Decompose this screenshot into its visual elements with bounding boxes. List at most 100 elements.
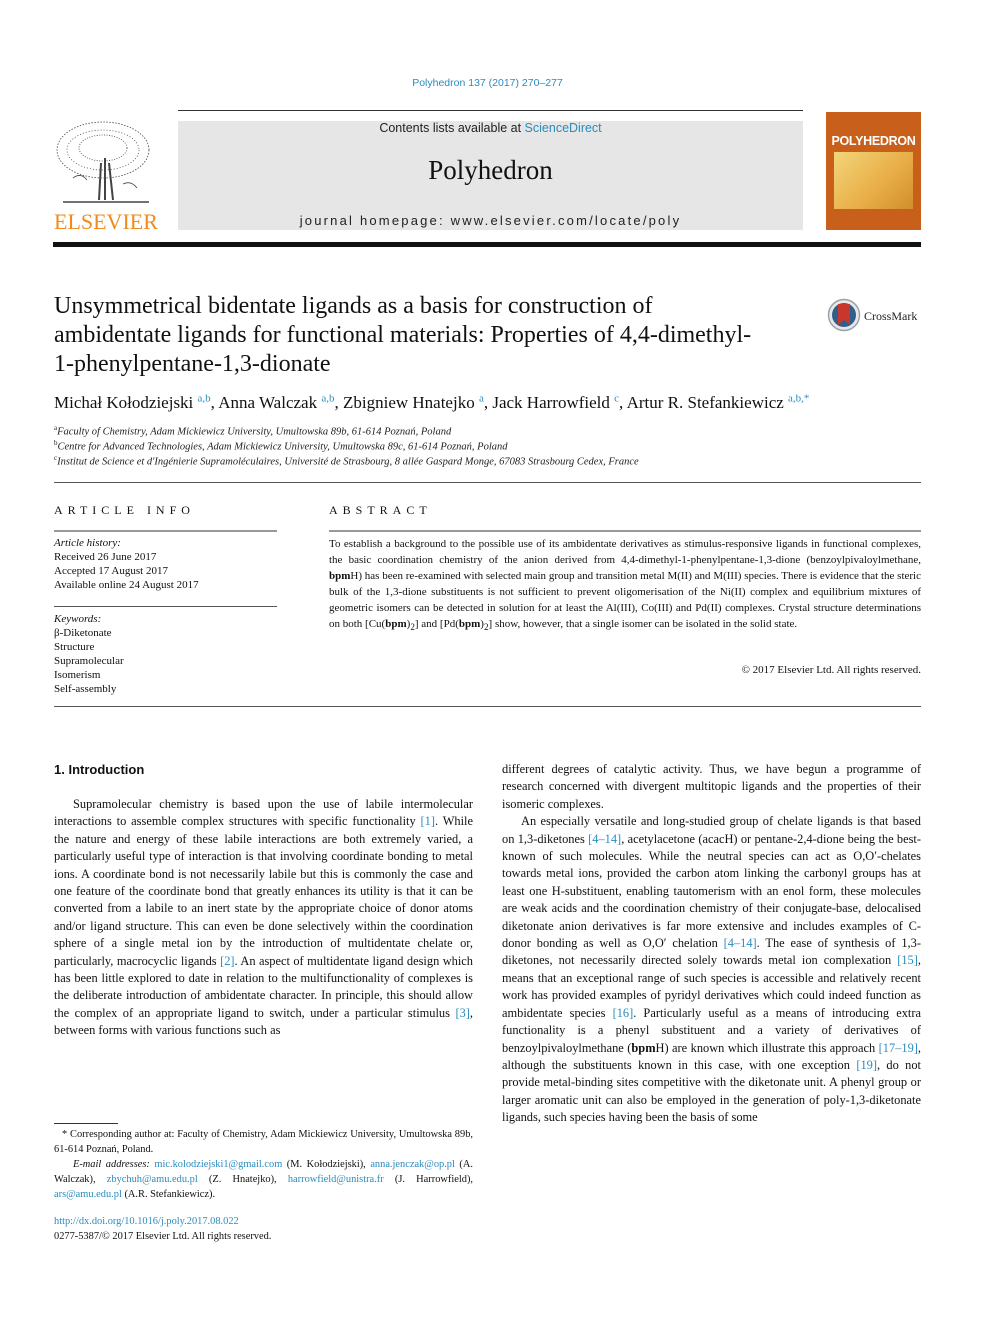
divider — [54, 706, 921, 707]
email-owner: (Z. Hnatejko), — [197, 1174, 288, 1185]
author-name[interactable]: Michał Kołodziejski — [54, 393, 193, 412]
citation-link[interactable]: [4–14] — [724, 936, 757, 950]
affiliation-text: Institut de Science et d'Ingénierie Supr… — [57, 456, 639, 468]
affiliation-b: bCentre for Advanced Technologies, Adam … — [54, 439, 507, 453]
section-heading-introduction: 1. Introduction — [54, 762, 145, 777]
email-owner: (J. Harrowfield), — [383, 1174, 474, 1185]
journal-citation-link[interactable]: Polyhedron 137 (2017) 270–277 — [0, 77, 975, 89]
abstract-heading: ABSTRACT — [329, 503, 432, 517]
email-link[interactable]: anna.jenczak@op.pl — [370, 1159, 455, 1170]
citation-link[interactable]: [1] — [421, 814, 435, 828]
email-owner: (A.R. Stefankiewicz). — [121, 1189, 216, 1200]
email-owner: (M. Kołodziejski), — [282, 1159, 371, 1170]
email-link[interactable]: zbychuh@amu.edu.pl — [107, 1174, 198, 1185]
author[interactable]: Anna Walczak a,b, — [218, 392, 343, 412]
footnote-rule — [54, 1123, 118, 1124]
affiliation-text: Faculty of Chemistry, Adam Mickiewicz Un… — [57, 426, 452, 438]
elsevier-wordmark: ELSEVIER — [54, 209, 158, 234]
author[interactable]: Zbigniew Hnatejko a, — [343, 392, 492, 412]
author-list: Michał Kołodziejski a,b, Anna Walczak a,… — [54, 392, 809, 413]
history-accepted: Accepted 17 August 2017 — [54, 565, 168, 577]
history-online: Available online 24 August 2017 — [54, 579, 199, 591]
divider — [54, 530, 277, 532]
email-addresses: E-mail addresses: mic.kolodziejski1@gmai… — [54, 1157, 473, 1202]
keyword: Isomerism — [54, 669, 101, 681]
affiliation-c: cInstitut de Science et d'Ingénierie Sup… — [54, 454, 639, 468]
citation-link[interactable]: [2] — [220, 954, 234, 968]
cover-molecule-art — [834, 152, 913, 209]
article-history: Article history: Received 26 June 2017 A… — [54, 536, 199, 592]
contents-line: Contents lists available at ScienceDirec… — [178, 121, 803, 135]
article-title: Unsymmetrical bidentate ligands as a bas… — [54, 293, 752, 377]
journal-name: Polyhedron — [428, 155, 553, 185]
compound-label: bpm — [631, 1040, 656, 1055]
citation-link[interactable]: [17–19] — [879, 1041, 918, 1055]
header-rule — [178, 110, 803, 111]
text: H) are known which illustrate this appro… — [655, 1040, 879, 1055]
history-received: Received 26 June 2017 — [54, 551, 157, 563]
paragraph: Supramolecular chemistry is based upon t… — [54, 796, 473, 1040]
citation-link[interactable]: [4–14] — [588, 832, 621, 846]
abstract-fragment: To establish a background to the possibl… — [329, 538, 921, 566]
abstract-fragment: ] and [Pd( — [414, 618, 459, 630]
keyword: Self-assembly — [54, 683, 117, 695]
divider — [54, 482, 921, 483]
author-affiliation-marker[interactable]: a,b — [321, 392, 334, 404]
divider — [54, 606, 277, 607]
author[interactable]: Jack Harrowfield c, — [492, 392, 627, 412]
sciencedirect-link[interactable]: ScienceDirect — [525, 121, 602, 135]
email-link[interactable]: ars@amu.edu.pl — [54, 1189, 122, 1200]
journal-cover-image[interactable]: POLYHEDRON — [826, 112, 921, 230]
text: , acetylacetone (acacH) or pentane-2,4-d… — [502, 831, 921, 951]
author-affiliation-marker[interactable]: a,b — [198, 392, 211, 404]
abstract-text: To establish a background to the possibl… — [329, 536, 921, 635]
contents-prefix: Contents lists available at — [379, 121, 525, 135]
corresponding-author-note: * Corresponding author at: Faculty of Ch… — [54, 1129, 473, 1155]
email-link[interactable]: mic.kolodziejski1@gmail.com — [154, 1159, 282, 1170]
divider — [329, 530, 921, 532]
keyword: Structure — [54, 641, 95, 653]
text: Supramolecular chemistry is based upon t… — [54, 797, 473, 829]
citation-link[interactable]: [3] — [455, 1006, 469, 1020]
author[interactable]: Artur R. Stefankiewicz a,b,* — [627, 392, 810, 412]
body-column-right: different degrees of catalytic activity.… — [502, 761, 921, 1127]
keyword: Supramolecular — [54, 655, 124, 667]
crossmark-icon[interactable] — [827, 298, 861, 336]
author-name[interactable]: Artur R. Stefankiewicz — [627, 393, 784, 412]
history-label: Article history: — [54, 537, 121, 549]
paragraph: different degrees of catalytic activity.… — [502, 762, 921, 811]
keywords: Keywords: β-Diketonate Structure Supramo… — [54, 612, 124, 696]
keywords-label: Keywords: — [54, 613, 102, 625]
copyright-notice: © 2017 Elsevier Ltd. All rights reserved… — [741, 664, 921, 676]
email-label: E-mail addresses: — [73, 1159, 155, 1170]
author-name[interactable]: Anna Walczak — [218, 393, 317, 412]
keyword: β-Diketonate — [54, 627, 112, 639]
body-column-left: Supramolecular chemistry is based upon t… — [54, 796, 473, 1040]
header-thick-rule — [53, 242, 921, 247]
author-name[interactable]: Zbigniew Hnatejko — [343, 393, 475, 412]
doi-link[interactable]: http://dx.doi.org/10.1016/j.poly.2017.08… — [54, 1216, 239, 1227]
citation-link[interactable]: [19] — [856, 1058, 877, 1072]
crossmark-label[interactable]: CrossMark — [864, 309, 917, 324]
cover-title: POLYHEDRON — [831, 134, 916, 148]
article-info-heading: ARTICLE INFO — [54, 503, 195, 517]
citation-link[interactable]: [16] — [613, 1006, 634, 1020]
author-separator: , — [619, 392, 627, 412]
author[interactable]: Michał Kołodziejski a,b, — [54, 392, 218, 412]
author-separator: , — [334, 392, 343, 412]
footnotes: * Corresponding author at: Faculty of Ch… — [54, 1127, 473, 1202]
email-link[interactable]: harrowfield@unistra.fr — [288, 1174, 384, 1185]
journal-homepage[interactable]: journal homepage: www.elsevier.com/locat… — [178, 213, 803, 228]
abstract-fragment: ] show, however, that a single isomer ca… — [488, 618, 798, 630]
compound-label: bpm — [458, 618, 481, 630]
text: . While the nature and energy of these l… — [54, 814, 473, 968]
compound-label: bpm — [329, 570, 351, 582]
author-name[interactable]: Jack Harrowfield — [492, 393, 610, 412]
affiliation-text: Centre for Advanced Technologies, Adam M… — [57, 441, 508, 453]
paragraph: An especially versatile and long-studied… — [502, 813, 921, 1126]
compound-label: bpm — [385, 618, 407, 630]
issn-copyright: 0277-5387/© 2017 Elsevier Ltd. All right… — [54, 1231, 272, 1242]
citation-link[interactable]: [15] — [897, 953, 918, 967]
affiliation-a: aFaculty of Chemistry, Adam Mickiewicz U… — [54, 424, 451, 438]
author-affiliation-marker[interactable]: a,b,* — [788, 392, 809, 404]
